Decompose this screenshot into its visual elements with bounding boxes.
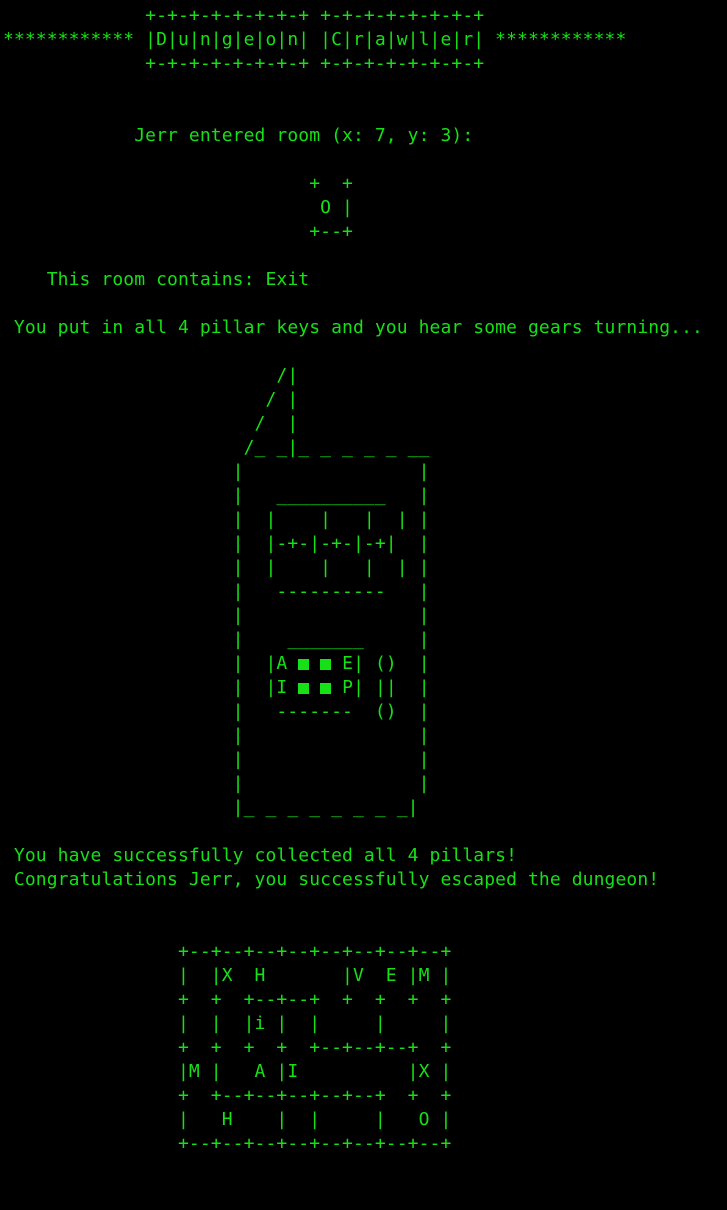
lock-row-1-left: | |A xyxy=(3,653,299,674)
map-row: + +--+--+--+--+--+ + + xyxy=(3,1085,452,1106)
map-row: +--+--+--+--+--+--+--+--+ xyxy=(3,941,452,962)
door-art-line: /| xyxy=(3,365,299,386)
exit-door-art: /| / | / | /_ _|_ _ _ _ _ __ | | | _____… xyxy=(3,364,727,820)
lock-row-2-right: P| || | xyxy=(331,677,430,698)
door-art-line: | | xyxy=(3,461,430,482)
pillar-slot-icon xyxy=(320,659,332,670)
pillar-slot-icon xyxy=(320,683,332,694)
map-row: | |X H |V E |M | xyxy=(3,965,452,986)
map-row: +--+--+--+--+--+--+--+--+ xyxy=(3,1133,452,1154)
map-row: + + +--+--+ + + + + xyxy=(3,989,452,1010)
map-row: | H | | | O | xyxy=(3,1109,452,1130)
room-contents: This room contains: Exit xyxy=(3,269,310,290)
map-row: |M | A |I |X | xyxy=(3,1061,452,1082)
door-art-line: | _______ | xyxy=(3,629,430,650)
door-art-line: / | xyxy=(3,413,299,434)
map-row: + + + + +--+--+--+ + xyxy=(3,1037,452,1058)
room-ascii-top: + + xyxy=(3,173,353,194)
pillar-slot-icon xyxy=(298,683,310,694)
lock-row-2-left: | |I xyxy=(3,677,299,698)
banner-border-top: +-+-+-+-+-+-+-+ +-+-+-+-+-+-+-+ xyxy=(3,5,485,26)
map-row: | | |i | | | | xyxy=(3,1013,452,1034)
title-banner: +-+-+-+-+-+-+-+ +-+-+-+-+-+-+-+ ********… xyxy=(3,4,727,76)
banner-title: ************ |D|u|n|g|e|o|n| |C|r|a|w|l|… xyxy=(3,29,627,50)
pillars-collected-message: You have successfully collected all 4 pi… xyxy=(3,845,518,866)
banner-border-bottom: +-+-+-+-+-+-+-+ +-+-+-+-+-+-+-+ xyxy=(3,53,485,74)
door-art-line: | | xyxy=(3,773,430,794)
door-art-line: | __________ | xyxy=(3,485,430,506)
door-art-line: | | xyxy=(3,725,430,746)
door-art-line: | |-+-|-+-|-+| | xyxy=(3,533,430,554)
door-art-line: /_ _|_ _ _ _ _ __ xyxy=(3,437,430,458)
door-art-line: | | xyxy=(3,605,430,626)
pillar-keys-message: You put in all 4 pillar keys and you hea… xyxy=(3,317,703,338)
door-art-line: | | | | | | xyxy=(3,557,430,578)
victory-message: You have successfully collected all 4 pi… xyxy=(3,844,727,892)
pillar-slot-icon xyxy=(298,659,310,670)
terminal-output: +-+-+-+-+-+-+-+ +-+-+-+-+-+-+-+ ********… xyxy=(3,4,727,1156)
door-art-line: | | xyxy=(3,749,430,770)
escape-congratulations-message: Congratulations Jerr, you successfully e… xyxy=(3,869,660,890)
room-entry-message: Jerr entered room (x: 7, y: 3): xyxy=(3,125,474,146)
door-art-line: | ------- () | xyxy=(3,701,430,722)
room-ascii-middle: O | xyxy=(3,197,353,218)
door-art-line: |_ _ _ _ _ _ _ _| xyxy=(3,797,419,818)
door-art-line: | | | | | | xyxy=(3,509,430,530)
door-art-line: | ---------- | xyxy=(3,581,430,602)
dungeon-map: +--+--+--+--+--+--+--+--+ | |X H |V E |M… xyxy=(3,940,727,1156)
lock-row-1-right: E| () | xyxy=(331,653,430,674)
room-ascii-bottom: +--+ xyxy=(3,221,353,242)
room-entry: Jerr entered room (x: 7, y: 3): + + O | … xyxy=(3,124,727,292)
door-art-line: / | xyxy=(3,389,299,410)
pillar-lock-row-2: | |I P| || | xyxy=(3,676,727,700)
pillar-lock-row-1: | |A E| () | xyxy=(3,652,727,676)
